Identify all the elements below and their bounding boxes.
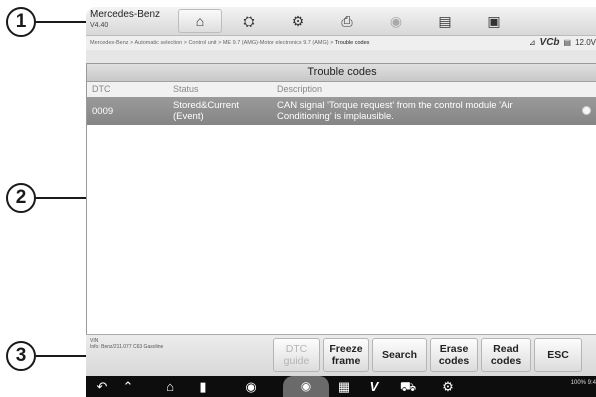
row-status: Stored&Current (Event) xyxy=(173,100,239,122)
vehicle-info: VIN Info: Benz/211.077 C63 Gasoline xyxy=(90,338,163,350)
system-nav-bar: ↶ ⌃ ⌂ ▮ ◉ ◉ ▦ V ⛟ ⚙ 100% 9:4 xyxy=(86,376,596,397)
dtc-guide-label-1: DTC xyxy=(285,343,308,355)
home-nav-icon[interactable]: ⌂ xyxy=(160,378,180,395)
battery-icon: ▤ xyxy=(563,38,572,47)
row-status-line2: (Event) xyxy=(173,111,204,122)
callout-3-number: 3 xyxy=(15,345,27,366)
row-select-radio[interactable] xyxy=(582,106,591,115)
vci-icon[interactable]: V xyxy=(364,378,384,395)
search-button[interactable]: Search xyxy=(372,338,427,372)
breadcrumb-current: Trouble codes xyxy=(334,40,370,46)
freeze-frame-label-2: frame xyxy=(331,355,361,367)
search-label: Search xyxy=(381,349,418,361)
save-icon: ▤ xyxy=(438,12,452,29)
signal-icon: ⊿ xyxy=(528,38,536,47)
erase-codes-label-2: codes xyxy=(438,355,470,367)
vehicle-swap-icon: ⛭ xyxy=(243,12,255,29)
erase-codes-label-1: Erase xyxy=(439,343,469,355)
panel-title: Trouble codes xyxy=(87,64,596,82)
browser-icon[interactable]: ◉ xyxy=(241,378,261,395)
column-dtc: DTC xyxy=(92,84,111,94)
vci-status: ⊿ VCb ▤ 12.0V xyxy=(529,36,596,50)
column-description: Description xyxy=(277,84,323,94)
row-description: CAN signal 'Torque request' from the con… xyxy=(277,100,513,122)
read-codes-button[interactable]: Read codes xyxy=(481,338,531,372)
tablet-screen: Mercedes-Benz V4.40 ⌂ ⛭ ⚙ ⎙ ◉ ▤ ▣ Merced… xyxy=(86,7,596,397)
vci-label: VCb xyxy=(539,37,560,48)
record-button[interactable]: ◉ xyxy=(374,9,418,33)
callout-3-line xyxy=(36,355,86,357)
car-icon[interactable]: ⛟ xyxy=(398,378,418,395)
freeze-frame-button[interactable]: Freeze frame xyxy=(323,338,369,372)
camera-icon: ◉ xyxy=(300,379,312,393)
gear-icon: ⚙ xyxy=(291,12,305,29)
home-icon: ⌂ xyxy=(195,13,205,29)
callout-1: 1 xyxy=(6,7,36,37)
brand-name: Mercedes-Benz xyxy=(90,9,161,20)
callout-1-line xyxy=(36,21,86,23)
erase-codes-button[interactable]: Erase codes xyxy=(430,338,478,372)
esc-label: ESC xyxy=(547,349,569,361)
up-icon[interactable]: ⌃ xyxy=(118,378,138,395)
screen-mirror-icon[interactable]: ▦ xyxy=(334,378,354,395)
callout-3: 3 xyxy=(6,341,36,371)
trouble-codes-panel: Trouble codes DTC Status Description 000… xyxy=(86,63,596,340)
vehicle-info-text: Info: Benz/211.077 C63 Gasoline xyxy=(90,344,164,350)
function-bar: VIN Info: Benz/211.077 C63 Gasoline DTC g… xyxy=(86,334,596,377)
callout-1-number: 1 xyxy=(15,11,27,32)
home-button[interactable]: ⌂ xyxy=(178,9,222,33)
breadcrumb-path: Mercedes-Benz > Automatic selection > Co… xyxy=(90,40,335,46)
table-header: DTC Status Description xyxy=(87,82,596,97)
screenshot-button[interactable]: ◉ xyxy=(283,376,329,397)
row-description-line2: Conditioning' is implausible. xyxy=(277,111,394,122)
brand-label: Mercedes-Benz V4.40 xyxy=(90,9,170,33)
callout-2-line xyxy=(36,197,86,199)
callout-2: 2 xyxy=(6,183,36,213)
message-button[interactable]: ▣ xyxy=(472,9,516,33)
freeze-frame-label-1: Freeze xyxy=(329,343,363,355)
breadcrumb: Mercedes-Benz > Automatic selection > Co… xyxy=(86,36,596,50)
top-toolbar: Mercedes-Benz V4.40 ⌂ ⛭ ⚙ ⎙ ◉ ▤ ▣ xyxy=(86,7,596,36)
print-button[interactable]: ⎙ xyxy=(325,9,369,33)
esc-button[interactable]: ESC xyxy=(534,338,582,372)
printer-icon: ⎙ xyxy=(341,12,353,29)
recent-apps-icon[interactable]: ▮ xyxy=(193,378,213,395)
vehicle-swap-button[interactable]: ⛭ xyxy=(227,9,271,33)
row-dtc-code: 0009 xyxy=(92,106,114,117)
service-icon[interactable]: ⚙ xyxy=(438,378,458,395)
save-button[interactable]: ▤ xyxy=(423,9,467,33)
dtc-guide-label-2: guide xyxy=(283,355,310,367)
column-status: Status xyxy=(173,84,199,94)
read-codes-label-1: Read xyxy=(493,343,519,355)
row-status-line1: Stored&Current xyxy=(173,100,240,111)
message-icon: ▣ xyxy=(487,12,501,29)
back-icon[interactable]: ↶ xyxy=(92,378,112,395)
row-description-line1: CAN signal 'Torque request' from the con… xyxy=(277,100,513,111)
dtc-guide-button[interactable]: DTC guide xyxy=(273,338,320,372)
settings-button[interactable]: ⚙ xyxy=(276,9,320,33)
callout-2-number: 2 xyxy=(15,187,27,208)
version-label: V4.40 xyxy=(90,22,109,29)
status-bar-info: 100% 9:4 xyxy=(570,380,596,386)
record-icon: ◉ xyxy=(389,12,403,29)
voltage-label: 12.0V xyxy=(575,38,596,47)
table-row[interactable]: 0009 Stored&Current (Event) CAN signal '… xyxy=(87,97,596,125)
read-codes-label-2: codes xyxy=(490,355,522,367)
